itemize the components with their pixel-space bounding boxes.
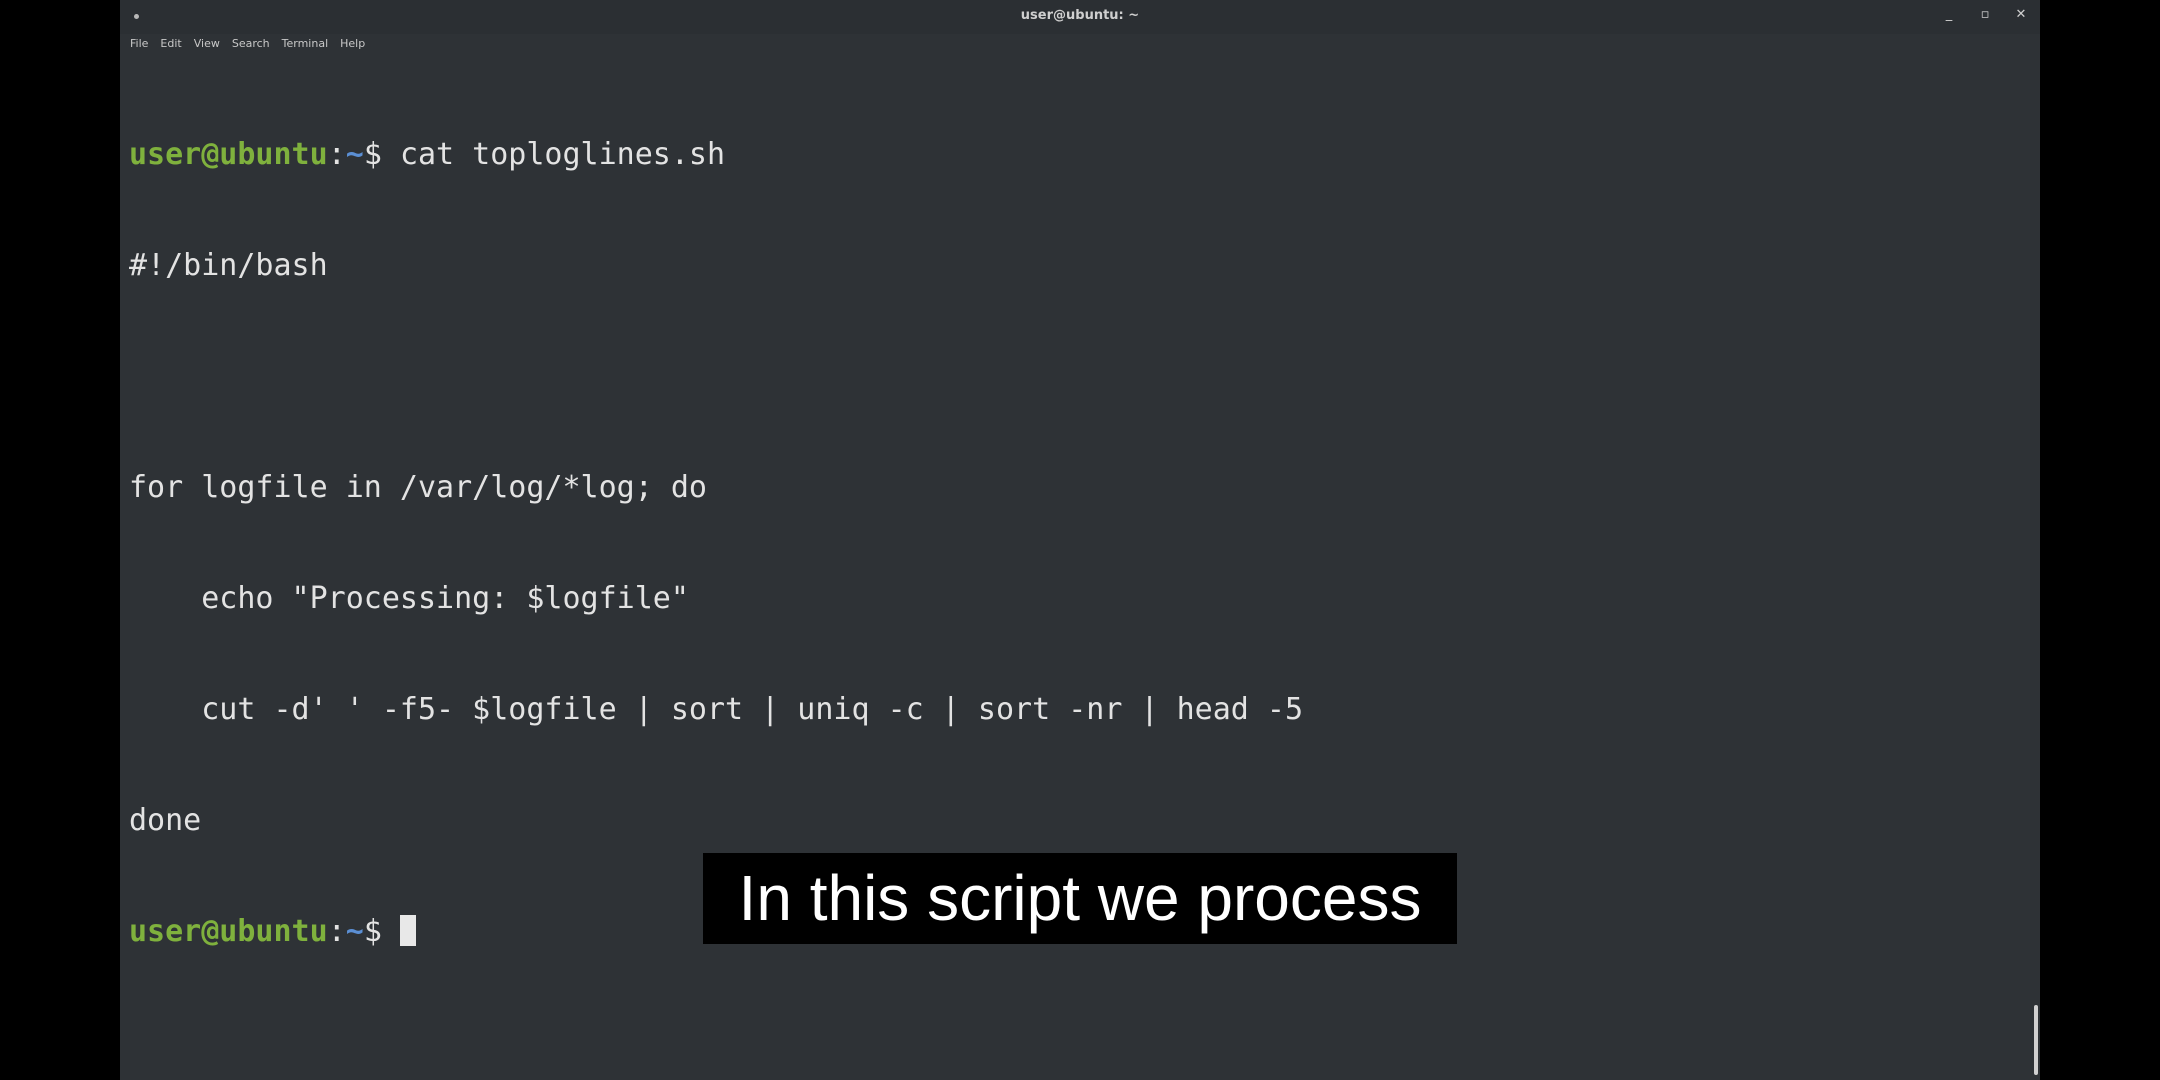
menu-terminal[interactable]: Terminal [282,37,329,57]
command-text: cat toploglines.sh [399,137,726,172]
prompt-colon: : [327,137,346,172]
menu-search[interactable]: Search [232,37,270,57]
video-caption: In this script we process [703,853,1457,944]
output-line: echo "Processing: $logfile" [129,581,689,616]
command-line: user@ubuntu:~$ cat toploglines.sh [129,136,2009,173]
minimize-button[interactable]: _ [1940,6,1958,24]
output-line: for logfile in /var/log/*log; do [129,470,707,505]
prompt-path: ~ [345,137,364,172]
prompt-user-host: user@ubuntu [129,137,328,172]
prompt-path: ~ [345,914,364,949]
prompt-colon: : [327,914,346,949]
title-bar[interactable]: user@ubuntu: ~ _ ▫ ✕ [120,0,2040,34]
menu-edit[interactable]: Edit [160,37,181,57]
prompt-user-host: user@ubuntu [129,914,328,949]
menu-view[interactable]: View [194,37,220,57]
scrollbar[interactable] [2034,1005,2038,1075]
output-line: #!/bin/bash [129,248,328,283]
menu-bar: File Edit View Search Terminal Help [130,37,365,57]
close-button[interactable]: ✕ [2012,6,2030,24]
maximize-button[interactable]: ▫ [1976,6,1994,24]
menu-help[interactable]: Help [340,37,365,57]
menu-file[interactable]: File [130,37,148,57]
window-title: user@ubuntu: ~ [1020,8,1140,23]
output-line: cut -d' ' -f5- $logfile | sort | uniq -c… [129,692,1303,727]
text-cursor [399,915,416,946]
output-line: done [129,803,202,838]
prompt-symbol: $ [363,137,400,172]
window-controls: _ ▫ ✕ [1940,6,2030,24]
prompt-symbol: $ [363,914,400,949]
